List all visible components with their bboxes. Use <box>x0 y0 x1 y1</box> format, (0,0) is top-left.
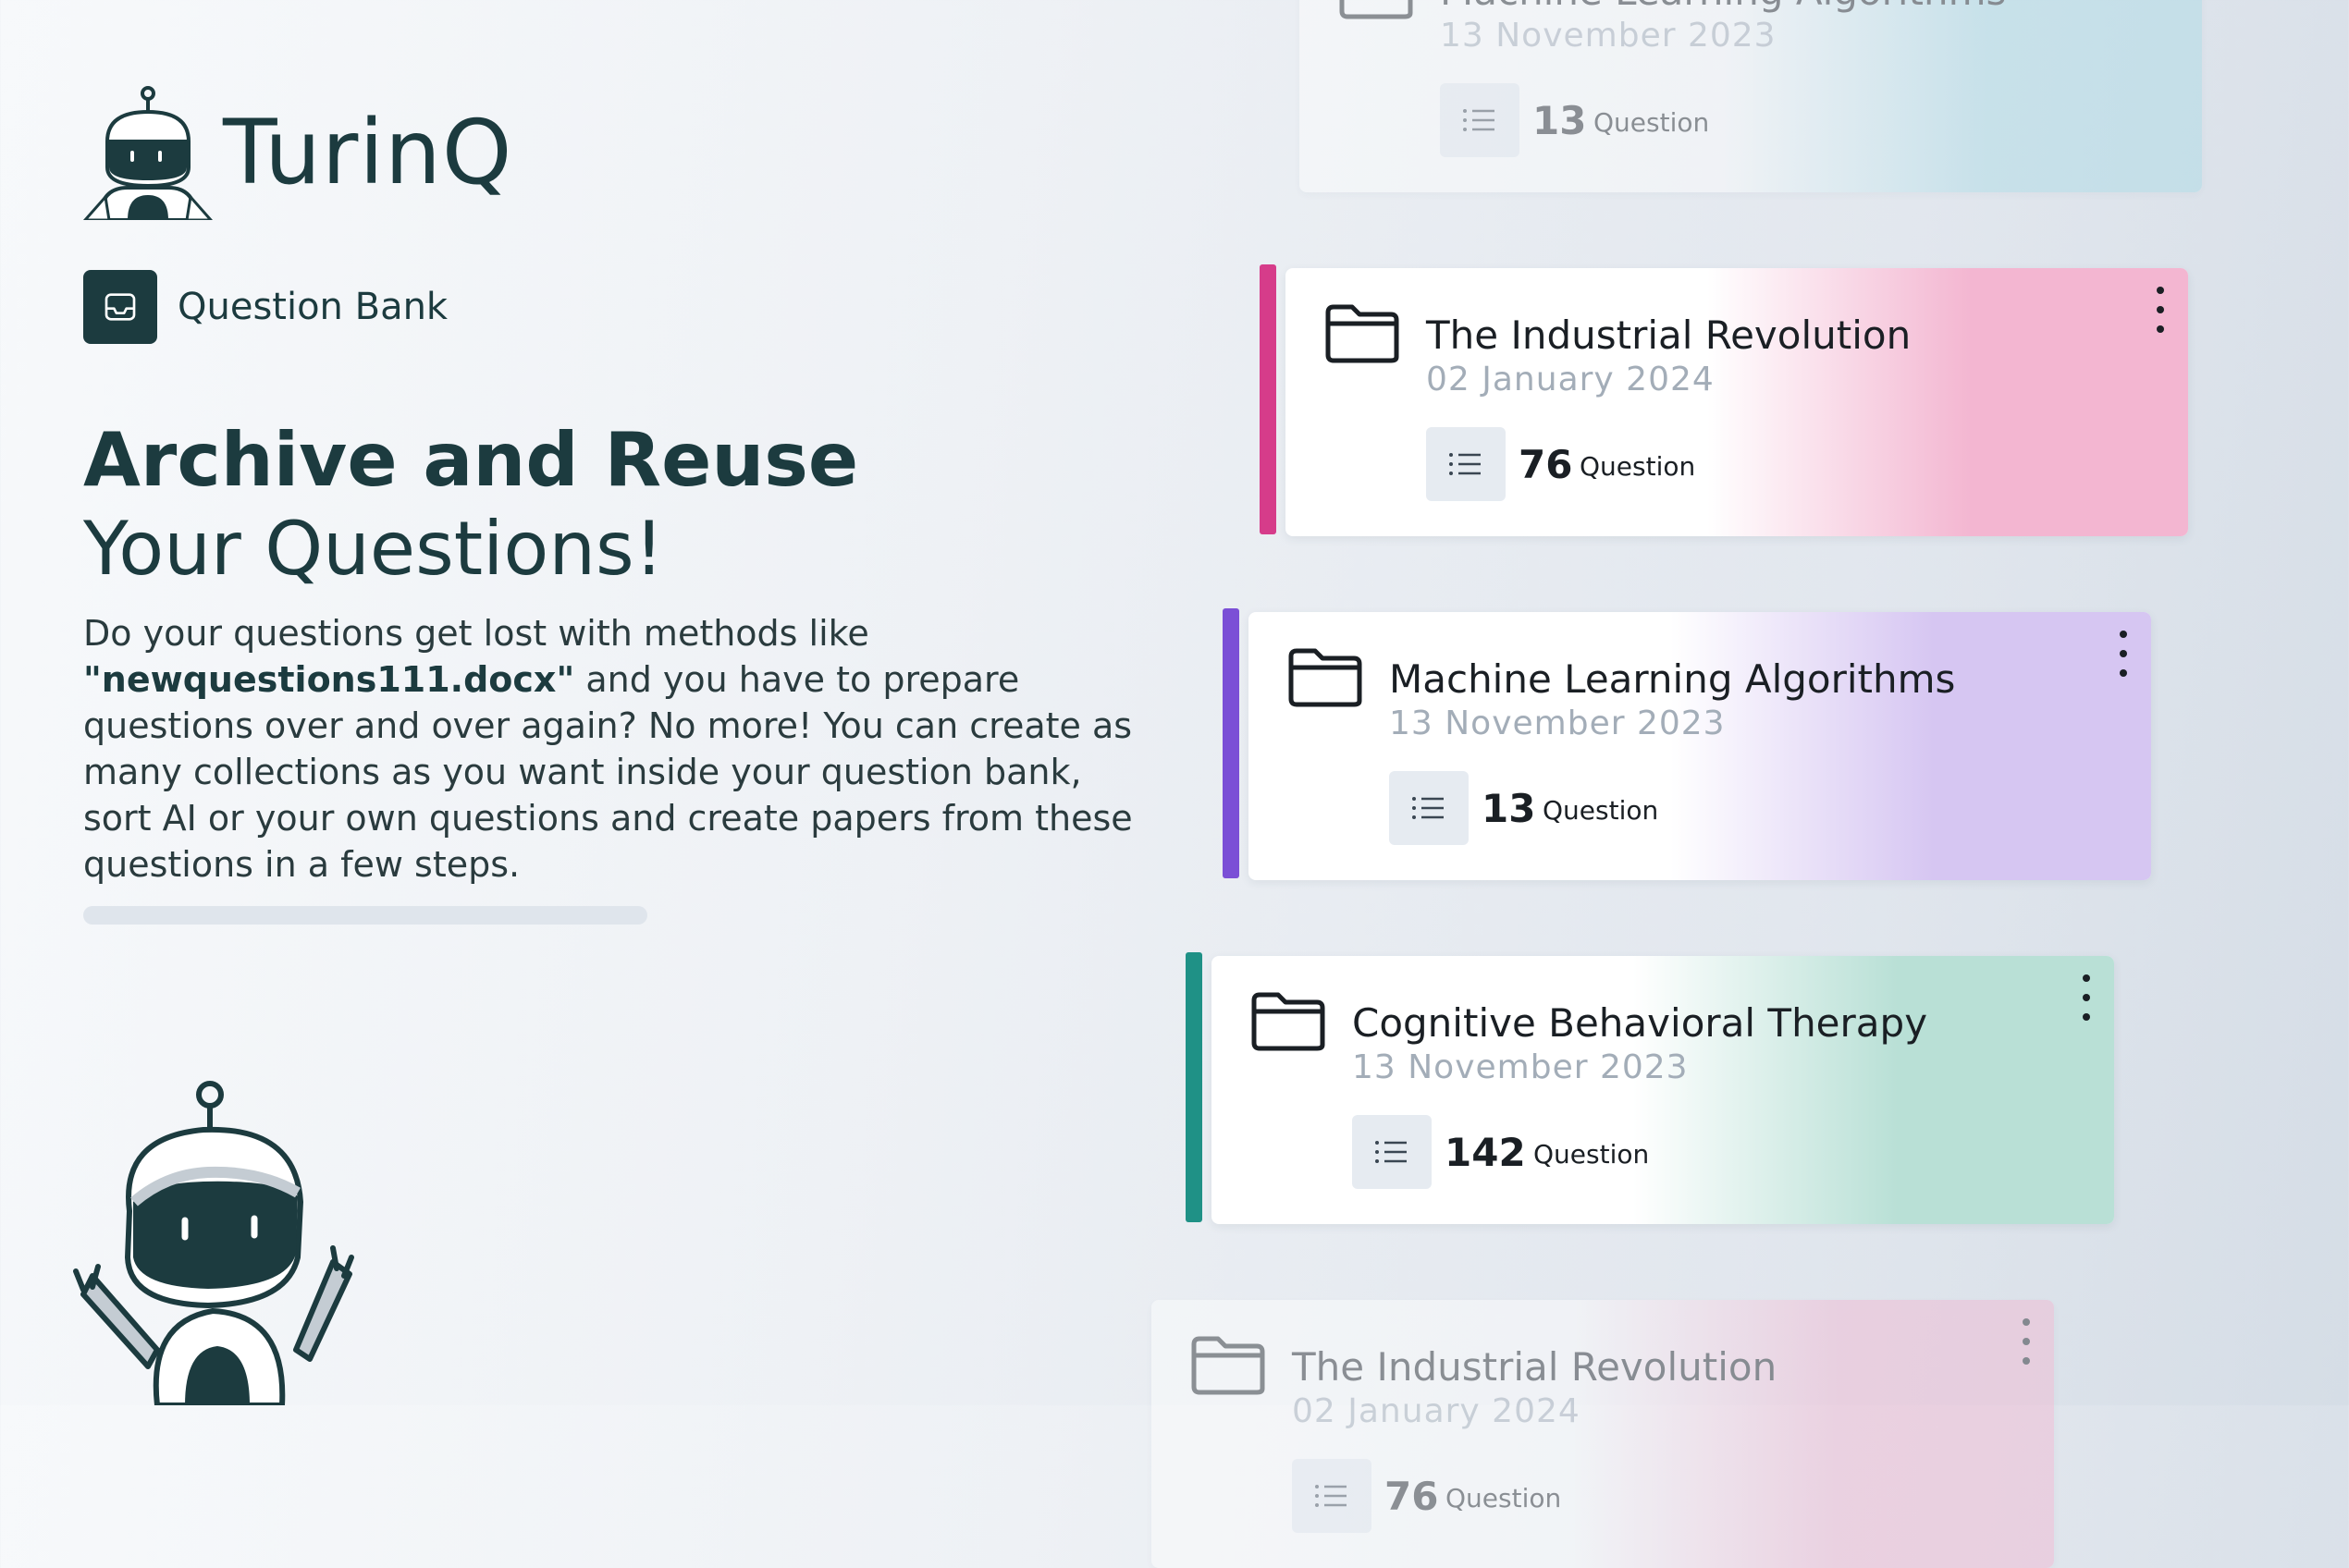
question-count-label: Question <box>1543 795 1659 826</box>
collection-accent-stripe <box>1260 264 1276 534</box>
collection-title: The Industrial Revolution <box>1426 312 1912 358</box>
hero-description: Do your questions get lost with methods … <box>83 610 1156 888</box>
brand-name: TurinQ <box>223 101 513 204</box>
robot-mascot-icon <box>73 1081 354 1405</box>
question-list-button[interactable] <box>1389 771 1469 845</box>
question-count: 13 <box>1482 786 1536 831</box>
collection-date: 13 November 2023 <box>1352 1048 1689 1086</box>
question-bank-badge: Question Bank <box>83 270 448 344</box>
divider <box>83 906 647 925</box>
question-count-label: Question <box>1580 451 1696 482</box>
card-glow <box>1721 0 2202 192</box>
folder-icon <box>1191 1336 1265 1395</box>
question-count-label: Question <box>1445 1483 1562 1513</box>
inbox-icon <box>83 270 157 344</box>
list-icon <box>1375 1141 1407 1163</box>
card-menu-button[interactable] <box>2114 631 2133 677</box>
collection-card[interactable]: Machine Learning Algorithms 13 November 2… <box>1299 0 2202 192</box>
collection-card[interactable]: Machine Learning Algorithms13 November 2… <box>1248 612 2151 880</box>
card-glow <box>1573 1300 2054 1568</box>
collection-date: 02 January 2024 <box>1426 361 1715 398</box>
folder-icon <box>1251 992 1325 1051</box>
desc-highlight: "newquestions111.docx" <box>83 659 575 700</box>
card-glow <box>1633 956 2114 1224</box>
hero-title: Archive and Reuse Your Questions! <box>83 416 858 594</box>
collection-card[interactable]: The Industrial Revolution 02 January 2024… <box>1285 268 2188 536</box>
collection-title: The Industrial Revolution <box>1292 1344 1777 1390</box>
folder-icon <box>1325 304 1399 363</box>
question-count-label: Question <box>1533 1139 1650 1170</box>
card-menu-button[interactable] <box>2017 1318 2035 1365</box>
collection-date: 13 November 2023 <box>1440 17 1777 55</box>
question-count: 76 <box>1384 1474 1439 1519</box>
question-count: 13 <box>1532 98 1587 143</box>
folder-icon <box>1339 0 1413 19</box>
collection-date: 13 November 2023 <box>1389 704 1726 742</box>
desc-part-1: Do your questions get lost with methods … <box>83 613 869 654</box>
question-count-label: Question <box>1593 107 1710 138</box>
folder-icon <box>1288 648 1362 707</box>
collection-title: Cognitive Behavioral Therapy <box>1352 1000 1928 1046</box>
collection-title: Machine Learning Algorithms <box>1440 0 2006 14</box>
question-list-button[interactable] <box>1352 1115 1432 1189</box>
card-menu-button[interactable] <box>2151 287 2170 333</box>
collection-card[interactable]: The Industrial Revolution 02 January 2024… <box>1151 1300 2054 1568</box>
card-glow <box>1707 268 2188 536</box>
brand-logo[interactable]: TurinQ <box>81 83 512 222</box>
list-icon <box>1412 797 1444 819</box>
card-menu-button[interactable] <box>2077 974 2096 1021</box>
question-list-button[interactable] <box>1292 1459 1371 1533</box>
list-icon <box>1449 453 1481 475</box>
question-list-button[interactable] <box>1440 83 1519 157</box>
collection-accent-stripe <box>1186 952 1202 1222</box>
robot-logo-icon <box>83 85 213 220</box>
card-glow <box>1670 612 2151 880</box>
list-icon <box>1463 109 1494 131</box>
question-count: 76 <box>1519 442 1573 487</box>
section-label: Question Bank <box>178 286 449 328</box>
collection-card[interactable]: Cognitive Behavioral Therapy 13 November … <box>1211 956 2114 1224</box>
hero-title-regular: Your Questions! <box>83 506 664 592</box>
question-list-button[interactable] <box>1426 427 1506 501</box>
question-count: 142 <box>1445 1130 1526 1175</box>
hero-title-bold: Archive and Reuse <box>83 417 859 503</box>
collection-accent-stripe <box>1223 608 1239 878</box>
list-icon <box>1315 1485 1347 1507</box>
collection-date: 02 January 2024 <box>1292 1392 1580 1430</box>
collection-title: Machine Learning Algorithms <box>1389 656 1956 702</box>
